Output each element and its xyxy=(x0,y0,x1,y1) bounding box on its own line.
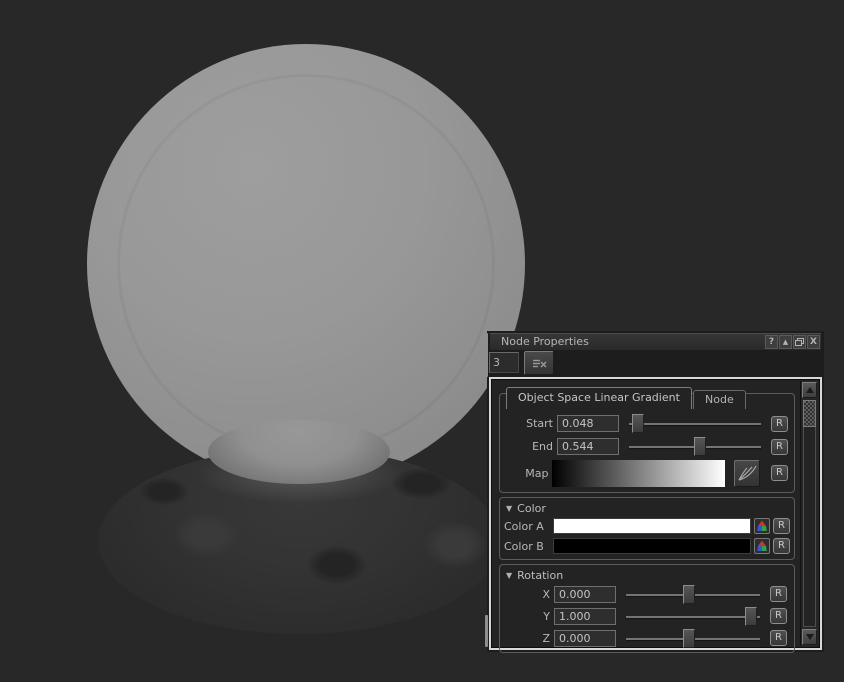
collapse-icon[interactable]: ▲ xyxy=(779,335,792,349)
color-a-row: Color A R xyxy=(504,516,790,536)
restore-icon[interactable] xyxy=(793,335,806,349)
help-icon[interactable]: ? xyxy=(765,335,778,349)
slider-track xyxy=(629,423,761,425)
end-reset-button[interactable]: R xyxy=(771,439,788,455)
color-b-reset-button[interactable]: R xyxy=(773,538,790,554)
map-reset-button[interactable]: R xyxy=(771,465,788,481)
rgb-picker-icon xyxy=(756,520,768,532)
scroll-up-button[interactable] xyxy=(802,382,817,398)
rotation-y-row: Y 1.000 R xyxy=(504,605,790,627)
panel-edge-grip[interactable] xyxy=(485,333,488,377)
rotation-x-label: X xyxy=(504,588,550,601)
rotation-x-row: X 0.000 R xyxy=(504,583,790,605)
rotation-x-field[interactable]: 0.000 xyxy=(554,586,616,603)
sphere-neck xyxy=(208,420,390,484)
rotation-z-handle[interactable] xyxy=(683,629,695,648)
map-label: Map xyxy=(503,467,548,480)
end-row: End 0.544 R xyxy=(503,435,791,458)
end-slider[interactable] xyxy=(629,437,761,456)
rotation-x-handle[interactable] xyxy=(683,585,695,604)
color-a-swatch[interactable] xyxy=(553,518,751,534)
color-section-header[interactable]: ▼ Color xyxy=(504,500,790,516)
rotation-section-title: Rotation xyxy=(517,569,563,582)
panel-titlebar[interactable]: Node Properties ? ▲ X xyxy=(490,333,821,350)
start-value-field[interactable]: 0.048 xyxy=(557,415,619,432)
rotation-x-reset-button[interactable]: R xyxy=(770,586,787,602)
rotation-y-field[interactable]: 1.000 xyxy=(554,608,616,625)
start-slider[interactable] xyxy=(629,414,761,433)
node-properties-panel: Node Properties ? ▲ X xyxy=(487,331,824,652)
rotation-z-field[interactable]: 0.000 xyxy=(554,630,616,647)
rotation-z-row: Z 0.000 R xyxy=(504,627,790,649)
titlebar-buttons: ? ▲ X xyxy=(765,335,820,349)
rotation-group: ▼ Rotation X 0.000 R Y 1.0 xyxy=(499,564,795,653)
end-slider-handle[interactable] xyxy=(694,437,706,456)
end-value-field[interactable]: 0.544 xyxy=(557,438,619,455)
panel-edge-grip[interactable] xyxy=(485,615,488,647)
panel-scroll-area: Object Space Linear Gradient Node Start … xyxy=(493,381,799,646)
gradient-map-preview[interactable] xyxy=(552,460,725,487)
rotation-y-handle[interactable] xyxy=(745,607,757,626)
gradient-node-group: Object Space Linear Gradient Node Start … xyxy=(499,393,795,493)
color-section-title: Color xyxy=(517,502,546,515)
end-label: End xyxy=(503,440,553,453)
collapse-triangle-icon: ▼ xyxy=(506,571,512,580)
rotation-y-slider[interactable] xyxy=(626,607,760,626)
pedestal-dimple xyxy=(308,546,366,584)
rotation-y-label: Y xyxy=(504,610,550,623)
start-label: Start xyxy=(503,417,553,430)
color-b-swatch[interactable] xyxy=(553,538,751,554)
panel-content-border: Object Space Linear Gradient Node Start … xyxy=(491,379,820,648)
color-a-label: Color A xyxy=(504,520,553,533)
color-b-label: Color B xyxy=(504,540,553,553)
rgb-picker-icon xyxy=(756,540,768,552)
node-index-input[interactable] xyxy=(489,352,519,373)
pedestal-bump xyxy=(175,513,239,557)
map-row: Map R xyxy=(503,458,791,488)
pedestal-dimple xyxy=(140,478,188,505)
expression-button[interactable] xyxy=(524,351,554,375)
color-group: ▼ Color Color A R xyxy=(499,497,795,560)
close-icon[interactable]: X xyxy=(807,335,820,349)
rotation-z-slider[interactable] xyxy=(626,629,760,648)
slider-track xyxy=(626,616,760,618)
edit-curve-button[interactable] xyxy=(734,460,760,487)
start-slider-handle[interactable] xyxy=(632,414,644,433)
panel-scrollbar[interactable] xyxy=(800,381,818,646)
tab-node[interactable]: Node xyxy=(693,390,746,409)
color-a-reset-button[interactable]: R xyxy=(773,518,790,534)
scrollbar-thumb[interactable] xyxy=(803,400,816,427)
rotation-x-slider[interactable] xyxy=(626,585,760,604)
rotation-section-header[interactable]: ▼ Rotation xyxy=(504,567,790,583)
start-row: Start 0.048 R xyxy=(503,412,791,435)
scroll-up-icon xyxy=(806,387,814,393)
collapse-triangle-icon: ▼ xyxy=(506,504,512,513)
color-b-row: Color B R xyxy=(504,536,790,556)
preview-sphere xyxy=(87,44,525,484)
color-b-picker-button[interactable] xyxy=(754,538,770,554)
scroll-down-icon xyxy=(806,634,814,640)
scrollbar-track[interactable] xyxy=(803,400,816,627)
rotation-z-reset-button[interactable]: R xyxy=(770,630,787,646)
application-window: Node Properties ? ▲ X xyxy=(0,0,844,682)
scroll-down-button[interactable] xyxy=(802,629,817,645)
tab-object-space-linear-gradient[interactable]: Object Space Linear Gradient xyxy=(506,387,692,409)
pedestal-bump xyxy=(424,522,486,568)
color-a-picker-button[interactable] xyxy=(754,518,770,534)
start-reset-button[interactable]: R xyxy=(771,416,788,432)
panel-content: Object Space Linear Gradient Node Start … xyxy=(489,377,822,650)
rotation-y-reset-button[interactable]: R xyxy=(770,608,787,624)
rotation-z-label: Z xyxy=(504,632,550,645)
expression-icon xyxy=(532,358,547,369)
curves-icon xyxy=(736,463,758,483)
